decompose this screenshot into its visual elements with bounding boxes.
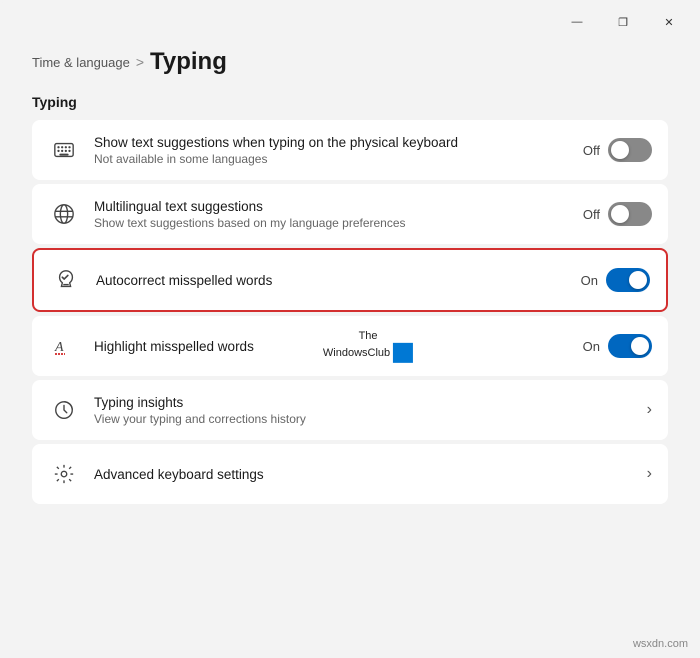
setting-advanced-keyboard-content: Advanced keyboard settings	[94, 467, 633, 482]
breadcrumb-parent[interactable]: Time & language	[32, 55, 130, 70]
setting-typing-insights-content: Typing insights View your typing and cor…	[94, 395, 633, 426]
title-bar: — ❐ ✕	[0, 0, 700, 36]
toggle-knob	[611, 205, 629, 223]
setting-text-suggestions-subtitle: Not available in some languages	[94, 152, 569, 166]
setting-multilingual-content: Multilingual text suggestions Show text …	[94, 199, 569, 230]
breadcrumb-separator: >	[136, 54, 144, 70]
typing-insights-icon	[48, 394, 80, 426]
settings-window: — ❐ ✕ Time & language > Typing Typing	[0, 0, 700, 658]
chevron-right-icon: ›	[647, 465, 652, 483]
toggle-knob	[629, 271, 647, 289]
setting-autocorrect-control: On	[581, 268, 650, 292]
setting-highlight-misspelled-state-label: On	[583, 339, 600, 354]
setting-text-suggestions-control: Off	[583, 138, 652, 162]
setting-highlight-misspelled: A Highlight misspelled words The Windows…	[32, 316, 668, 376]
toggle-knob	[611, 141, 629, 159]
keyboard-icon	[48, 134, 80, 166]
setting-multilingual-subtitle: Show text suggestions based on my langua…	[94, 216, 569, 230]
minimize-button[interactable]: —	[554, 7, 600, 37]
close-button[interactable]: ✕	[646, 7, 692, 37]
setting-typing-insights-title: Typing insights	[94, 395, 633, 410]
toggle-knob	[631, 337, 649, 355]
watermark-url: wsxdn.com	[633, 638, 688, 650]
setting-autocorrect-toggle[interactable]	[606, 268, 650, 292]
setting-autocorrect-state-label: On	[581, 273, 598, 288]
setting-highlight-misspelled-control: On	[583, 334, 652, 358]
breadcrumb-current: Typing	[150, 48, 227, 76]
setting-multilingual-state-label: Off	[583, 207, 600, 222]
setting-multilingual-title: Multilingual text suggestions	[94, 199, 569, 214]
multilingual-icon	[48, 198, 80, 230]
setting-typing-insights-control: ›	[647, 401, 652, 419]
window-controls: — ❐ ✕	[554, 7, 692, 37]
setting-text-suggestions-content: Show text suggestions when typing on the…	[94, 135, 569, 166]
page-header: Time & language > Typing	[0, 36, 700, 94]
bottom-watermark: wsxdn.com	[633, 638, 688, 650]
setting-multilingual-toggle[interactable]	[608, 202, 652, 226]
setting-highlight-misspelled-title: Highlight misspelled words	[94, 339, 569, 354]
setting-autocorrect-content: Autocorrect misspelled words	[96, 273, 567, 288]
setting-advanced-keyboard[interactable]: Advanced keyboard settings ›	[32, 444, 668, 504]
setting-typing-insights-subtitle: View your typing and corrections history	[94, 412, 633, 426]
highlight-misspelled-icon: A	[48, 330, 80, 362]
setting-highlight-misspelled-content: Highlight misspelled words	[94, 339, 569, 354]
setting-autocorrect: Autocorrect misspelled words On	[32, 248, 668, 312]
content-area: Typing Show text suggestions whe	[0, 94, 700, 658]
breadcrumb: Time & language > Typing	[32, 48, 668, 76]
chevron-right-icon: ›	[647, 401, 652, 419]
autocorrect-icon	[50, 264, 82, 296]
section-title: Typing	[32, 94, 668, 110]
setting-multilingual: Multilingual text suggestions Show text …	[32, 184, 668, 244]
setting-autocorrect-title: Autocorrect misspelled words	[96, 273, 567, 288]
advanced-keyboard-icon	[48, 458, 80, 490]
svg-text:A: A	[54, 340, 64, 355]
setting-typing-insights[interactable]: Typing insights View your typing and cor…	[32, 380, 668, 440]
setting-advanced-keyboard-control: ›	[647, 465, 652, 483]
setting-text-suggestions: Show text suggestions when typing on the…	[32, 120, 668, 180]
setting-advanced-keyboard-title: Advanced keyboard settings	[94, 467, 633, 482]
setting-text-suggestions-title: Show text suggestions when typing on the…	[94, 135, 569, 150]
setting-text-suggestions-toggle[interactable]	[608, 138, 652, 162]
maximize-button[interactable]: ❐	[600, 7, 646, 37]
setting-highlight-misspelled-toggle[interactable]	[608, 334, 652, 358]
setting-multilingual-control: Off	[583, 202, 652, 226]
setting-text-suggestions-state-label: Off	[583, 143, 600, 158]
